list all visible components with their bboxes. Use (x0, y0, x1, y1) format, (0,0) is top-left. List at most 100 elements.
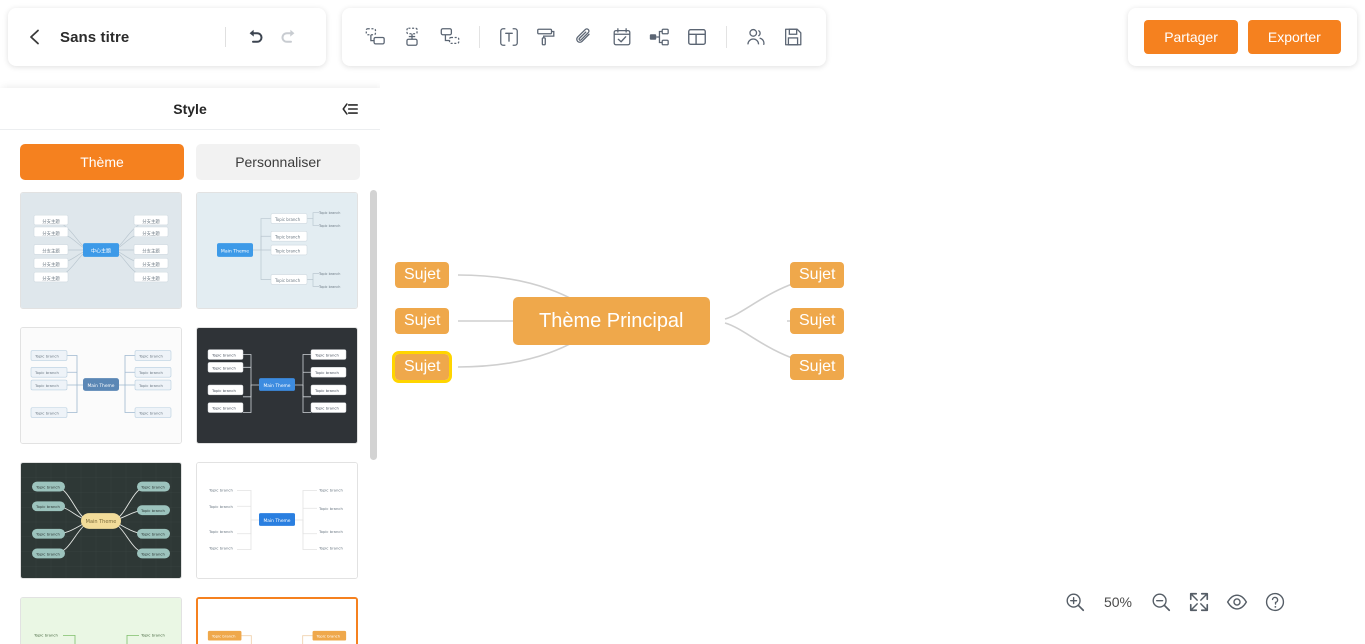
mindmap-node-left-1[interactable]: Sujet (395, 262, 450, 288)
text-box-icon (499, 28, 518, 46)
svg-text:分支主题: 分支主题 (142, 218, 160, 225)
layout-button[interactable] (683, 22, 711, 52)
add-child-topic-icon (406, 27, 419, 46)
svg-text:Topic branch: Topic branch (208, 489, 233, 493)
theme-thumbnail-1[interactable]: 分支主题 分支主题 分支主题 分支主题 分支主题 分支主题 分支主题 分支主题 分支主题… (20, 192, 182, 309)
document-bar: Sans titre (8, 8, 326, 66)
style-tabs: Thème Personnaliser (0, 130, 380, 190)
theme-preview-1: 分支主题分支主题 分支主题分支主题 分支主题 分支主题分支主题 分支主题分支主题… (21, 193, 181, 308)
collapse-panel-icon (342, 103, 358, 115)
svg-text:Topic branch: Topic branch (138, 355, 163, 359)
svg-text:Topic branch: Topic branch (140, 533, 165, 537)
svg-text:Topic branch: Topic branch (318, 547, 343, 551)
collaborators-icon (746, 28, 765, 45)
redo-button[interactable] (276, 24, 302, 50)
svg-text:Topic branch: Topic branch (318, 272, 340, 276)
tab-theme[interactable]: Thème (20, 144, 184, 180)
add-child-topic-button[interactable] (399, 22, 427, 52)
theme-thumbnail-5[interactable]: Topic branch Topic branch Topic branch Top… (20, 462, 182, 579)
svg-text:分支主题: 分支主题 (42, 261, 60, 268)
svg-text:分支主题: 分支主题 (142, 230, 160, 237)
theme-thumbnail-7[interactable]: Topic branchTopic branch Topic branchTop… (20, 597, 182, 644)
svg-text:Topic branch: Topic branch (211, 366, 236, 370)
theme-thumbnail-6[interactable]: Topic branch Topic branch Topic branch Top… (196, 462, 358, 579)
theme-preview-7: Topic branchTopic branch Topic branchTop… (21, 598, 181, 644)
toolbar-group-divider-2 (725, 26, 727, 48)
mindmap-node-right-1[interactable]: Sujet (790, 262, 845, 288)
add-sibling-topic-button[interactable] (361, 22, 389, 52)
svg-text:Topic branch: Topic branch (138, 371, 163, 375)
svg-text:Topic branch: Topic branch (318, 211, 340, 215)
format-painter-icon (537, 28, 555, 46)
relationship-button[interactable] (646, 22, 674, 52)
eye-preview-icon (1226, 594, 1248, 610)
attachment-button[interactable] (570, 22, 598, 52)
toolbar-group-divider (478, 26, 480, 48)
theme-thumbnail-4[interactable]: Topic branch Topic branch Topic branch Top… (196, 327, 358, 444)
svg-text:Topic branch: Topic branch (138, 412, 163, 416)
theme-thumbnail-3[interactable]: Topic branch Topic branch Topic branch Top… (20, 327, 182, 444)
svg-text:Topic branch: Topic branch (318, 507, 343, 511)
svg-text:Topic branch: Topic branch (314, 354, 339, 358)
svg-text:Topic branch: Topic branch (318, 530, 343, 534)
task-calendar-button[interactable] (608, 22, 636, 52)
layout-icon (688, 28, 706, 46)
chevron-left-icon (30, 29, 39, 45)
mindmap-node-left-3[interactable]: Sujet (391, 351, 453, 383)
export-button[interactable]: Exporter (1247, 20, 1341, 54)
attachment-icon (576, 28, 590, 43)
task-calendar-icon (613, 28, 631, 46)
svg-text:Topic branch: Topic branch (34, 412, 59, 416)
format-painter-button[interactable] (533, 22, 561, 52)
svg-text:Topic branch: Topic branch (274, 249, 301, 254)
svg-text:Topic branch: Topic branch (34, 371, 59, 375)
svg-text:Main Theme: Main Theme (263, 383, 290, 389)
undo-button[interactable] (242, 24, 268, 50)
text-box-button[interactable] (495, 22, 523, 52)
svg-text:Topic branch: Topic branch (315, 635, 340, 639)
style-panel: Style Thème Personnaliser 分支主题 分支主题 分支主题… (0, 88, 380, 644)
help-button[interactable] (1263, 590, 1287, 614)
svg-text:分支主题: 分支主题 (42, 230, 60, 237)
zoom-level-label[interactable]: 50% (1101, 594, 1135, 610)
document-title[interactable]: Sans titre (60, 29, 129, 46)
svg-text:Topic branch: Topic branch (318, 285, 340, 289)
mindmap-root-node[interactable]: Thème Principal (513, 297, 710, 345)
svg-text:Topic branch: Topic branch (274, 235, 301, 240)
svg-text:Main Theme: Main Theme (263, 518, 290, 524)
svg-text:分支主题: 分支主题 (142, 261, 160, 268)
svg-text:Topic branch: Topic branch (35, 552, 60, 556)
collaborators-button[interactable] (742, 22, 770, 52)
theme-list: 分支主题 分支主题 分支主题 分支主题 分支主题 分支主题 分支主题 分支主题 分支主题… (0, 192, 380, 644)
collapse-panel-button[interactable] (340, 99, 360, 119)
svg-text:Topic branch: Topic branch (140, 552, 165, 556)
mindmap-node-right-3[interactable]: Sujet (790, 354, 845, 380)
mindmap-canvas[interactable]: Thème Principal Sujet Sujet Sujet Sujet … (380, 72, 1365, 644)
theme-thumbnail-2[interactable]: Topic branch Topic branch Topic branch Top… (196, 192, 358, 309)
zoom-out-button[interactable] (1149, 590, 1173, 614)
theme-preview-5: Topic branch Topic branch Topic branch Top… (21, 463, 181, 578)
share-button[interactable]: Partager (1144, 20, 1238, 54)
add-sibling-topic-icon (365, 28, 385, 45)
theme-list-scrollbar-thumb[interactable] (370, 190, 377, 460)
svg-text:Topic branch: Topic branch (35, 533, 60, 537)
tab-personnaliser[interactable]: Personnaliser (196, 144, 360, 180)
zoom-in-button[interactable] (1063, 590, 1087, 614)
back-button[interactable] (24, 26, 46, 48)
mindmap-node-left-2[interactable]: Sujet (395, 308, 450, 334)
preview-button[interactable] (1225, 590, 1249, 614)
svg-text:Topic branch: Topic branch (314, 389, 339, 393)
svg-text:Topic branch: Topic branch (35, 486, 60, 490)
action-bar: Partager Exporter (1128, 8, 1357, 66)
svg-text:Topic branch: Topic branch (318, 224, 340, 228)
svg-text:Topic branch: Topic branch (140, 509, 165, 513)
theme-thumbnail-8[interactable]: Topic branchTopic branch Topic branch To… (196, 597, 358, 644)
fit-to-screen-icon (1189, 592, 1209, 612)
zoom-in-icon (1066, 593, 1085, 612)
save-button[interactable] (779, 22, 807, 52)
fit-to-screen-button[interactable] (1187, 590, 1211, 614)
svg-text:分支主题: 分支主题 (142, 275, 160, 282)
mindmap-node-right-2[interactable]: Sujet (790, 308, 845, 334)
panel-title: Style (173, 100, 207, 117)
add-subtopic-button[interactable] (436, 22, 464, 52)
